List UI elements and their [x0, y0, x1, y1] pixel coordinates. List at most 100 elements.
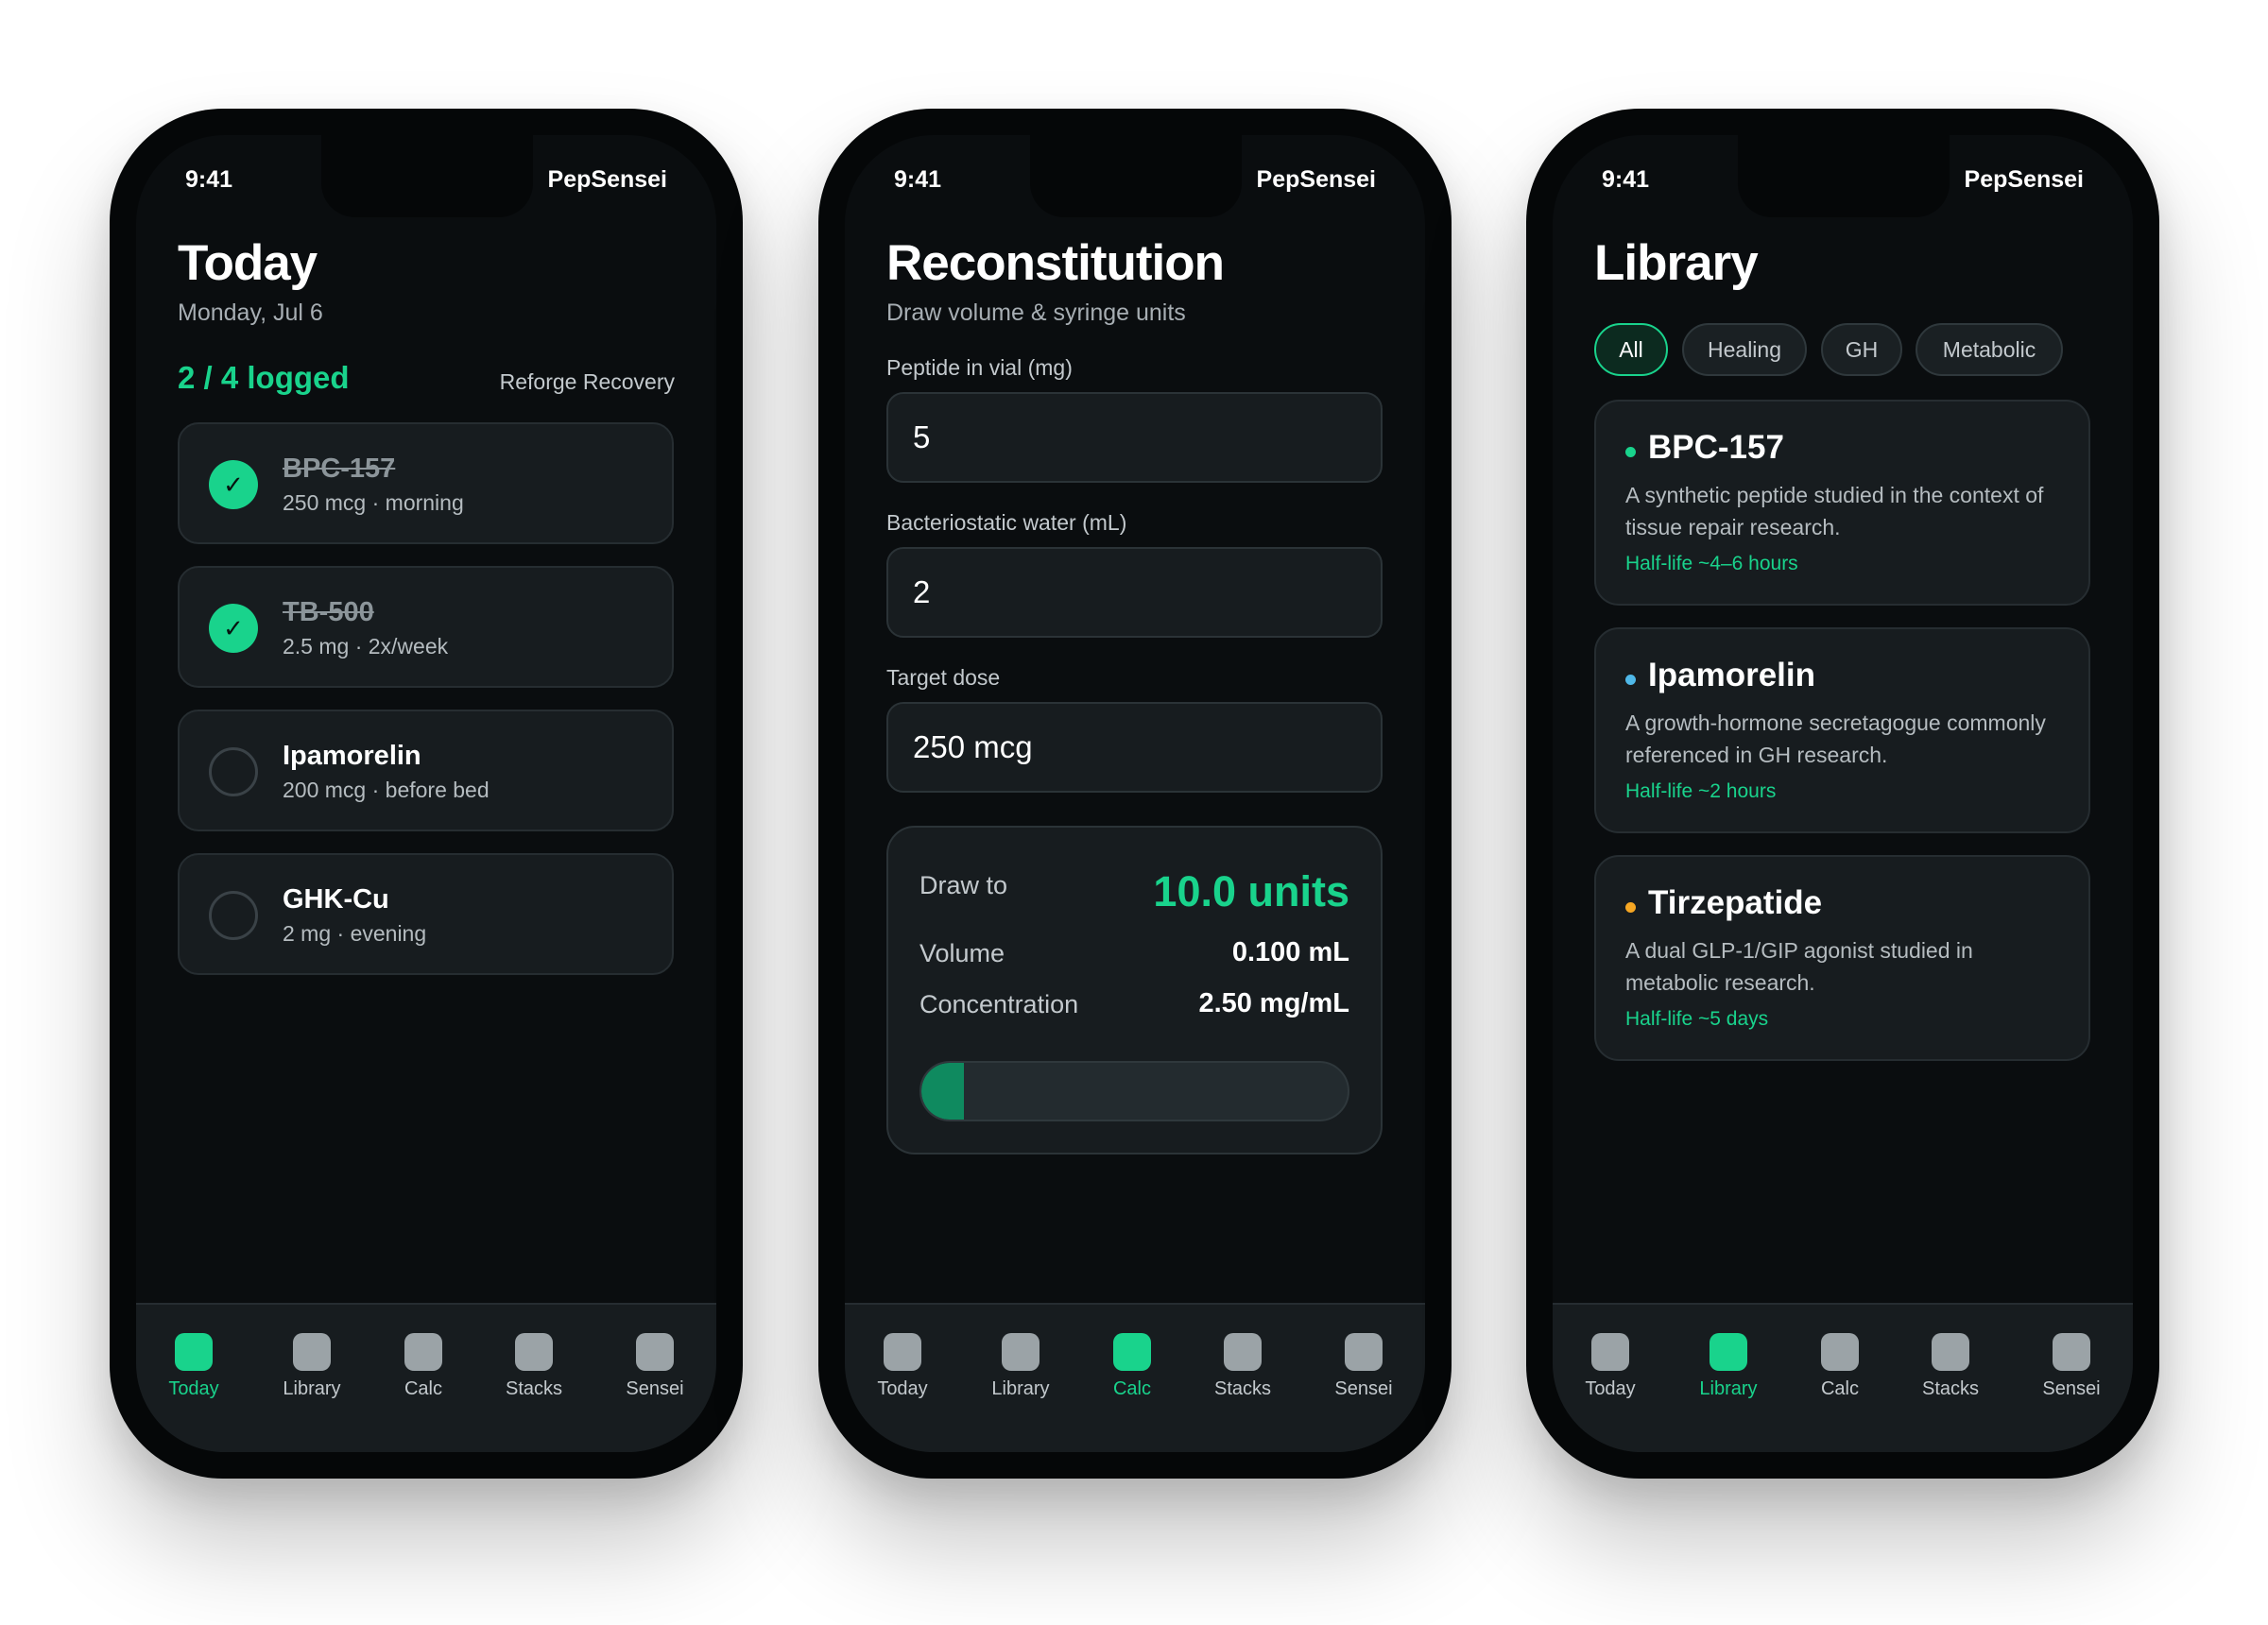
tab-sensei[interactable]: Sensei	[1307, 1333, 1420, 1400]
status-app-name: PepSensei	[547, 166, 667, 193]
notch	[321, 135, 533, 217]
dose-card[interactable]: ✓ TB-500 2.5 mg · 2x/week	[178, 566, 674, 688]
library-icon	[293, 1333, 331, 1371]
calc-screen: 9:41 PepSensei Reconstitution Draw volum…	[845, 135, 1425, 1452]
filter-chip-gh[interactable]: GH	[1821, 323, 1902, 376]
tab-label: Sensei	[2042, 1378, 2101, 1399]
notch	[1030, 135, 1242, 217]
tab-label: Stacks	[1921, 1378, 1980, 1399]
category-dot-icon	[1625, 675, 1636, 685]
tab-library[interactable]: Library	[255, 1333, 369, 1400]
status-app-name: PepSensei	[1256, 166, 1376, 193]
tab-bar: Today Library Calc Stacks Sensei	[845, 1303, 1425, 1452]
category-dot-icon	[1625, 447, 1636, 457]
tab-label: Sensei	[1334, 1378, 1393, 1399]
peptide-half-life: Half-life ~4–6 hours	[1625, 553, 1798, 574]
empty-circle-icon[interactable]	[209, 891, 258, 940]
today-screen: 9:41 PepSensei Today Monday, Jul 6 2 / 4…	[136, 135, 716, 1452]
sensei-icon	[636, 1333, 674, 1371]
draw-label: Draw to	[919, 871, 1008, 899]
tab-calc[interactable]: Calc	[367, 1333, 480, 1400]
peptide-card[interactable]: Tirzepatide A dual GLP-1/GIP agonist stu…	[1594, 855, 2090, 1061]
peptide-name: Ipamorelin	[1648, 657, 1815, 693]
phone-today: 9:41 PepSensei Today Monday, Jul 6 2 / 4…	[110, 109, 743, 1479]
logged-count: 2 / 4 logged	[178, 360, 350, 395]
tab-label: Library	[991, 1378, 1050, 1399]
peptide-name: Tirzepatide	[1648, 884, 1823, 921]
dose-detail: 200 mcg · before bed	[283, 778, 490, 802]
tab-stacks[interactable]: Stacks	[477, 1333, 591, 1400]
filter-chip-healing[interactable]: Healing	[1682, 323, 1807, 376]
check-icon[interactable]: ✓	[209, 460, 258, 509]
page-title: Reconstitution	[886, 235, 1225, 291]
tab-stacks[interactable]: Stacks	[1186, 1333, 1299, 1400]
page-title: Library	[1594, 235, 1759, 291]
page-subtitle: Draw volume & syringe units	[886, 299, 1186, 326]
peptide-card[interactable]: BPC-157 A synthetic peptide studied in t…	[1594, 400, 2090, 606]
tab-label: Sensei	[626, 1378, 684, 1399]
library-screen: 9:41 PepSensei Library All Healing GH Me…	[1553, 135, 2133, 1452]
status-app-name: PepSensei	[1964, 166, 2084, 193]
tab-label: Library	[283, 1378, 341, 1399]
tab-calc[interactable]: Calc	[1783, 1333, 1897, 1400]
tab-label: Today	[1585, 1378, 1636, 1399]
syringe-bar	[919, 1061, 1349, 1121]
today-icon	[1591, 1333, 1629, 1371]
tab-library[interactable]: Library	[1672, 1333, 1785, 1400]
sensei-icon	[1345, 1333, 1383, 1371]
dose-name: BPC-157	[283, 453, 396, 484]
tab-sensei[interactable]: Sensei	[598, 1333, 712, 1400]
status-time: 9:41	[1602, 166, 1650, 193]
today-icon	[884, 1333, 921, 1371]
field-label: Target dose	[886, 665, 1001, 690]
dose-name: TB-500	[283, 597, 374, 627]
tab-stacks[interactable]: Stacks	[1894, 1333, 2007, 1400]
syringe-fill	[921, 1063, 965, 1120]
stacks-icon	[515, 1333, 553, 1371]
stacks-icon	[1224, 1333, 1262, 1371]
dose-name: GHK-Cu	[283, 884, 389, 915]
water-ml-input[interactable]: 2	[886, 547, 1383, 638]
tab-today[interactable]: Today	[1554, 1333, 1667, 1400]
tab-bar: Today Library Calc Stacks Sensei	[136, 1303, 716, 1452]
phone-library: 9:41 PepSensei Library All Healing GH Me…	[1526, 109, 2159, 1479]
concentration-value: 2.50 mg/mL	[1198, 988, 1349, 1018]
peptide-card[interactable]: Ipamorelin A growth-hormone secretagogue…	[1594, 627, 2090, 833]
tab-label: Stacks	[505, 1378, 563, 1399]
tab-sensei[interactable]: Sensei	[2015, 1333, 2128, 1400]
tab-today[interactable]: Today	[137, 1333, 250, 1400]
dose-detail: 250 mcg · morning	[283, 490, 464, 515]
peptide-half-life: Half-life ~5 days	[1625, 1008, 1769, 1030]
filter-chip-all[interactable]: All	[1594, 323, 1668, 376]
tab-label: Library	[1699, 1378, 1758, 1399]
status-time: 9:41	[894, 166, 942, 193]
filter-chip-metabolic[interactable]: Metabolic	[1916, 323, 2063, 376]
peptide-mg-input[interactable]: 5	[886, 392, 1383, 483]
draw-units-value: 10.0 units	[1153, 867, 1349, 915]
tab-library[interactable]: Library	[964, 1333, 1077, 1400]
today-icon	[175, 1333, 213, 1371]
field-label: Bacteriostatic water (mL)	[886, 510, 1127, 535]
dose-name: Ipamorelin	[283, 741, 421, 771]
field-label: Peptide in vial (mg)	[886, 355, 1073, 380]
peptide-description: A synthetic peptide studied in the conte…	[1625, 483, 2044, 539]
tab-bar: Today Library Calc Stacks Sensei	[1553, 1303, 2133, 1452]
empty-circle-icon[interactable]	[209, 747, 258, 796]
dose-card[interactable]: GHK-Cu 2 mg · evening	[178, 853, 674, 975]
tab-calc[interactable]: Calc	[1075, 1333, 1189, 1400]
volume-label: Volume	[919, 939, 1005, 967]
category-dot-icon	[1625, 902, 1636, 913]
dose-card[interactable]: Ipamorelin 200 mcg · before bed	[178, 710, 674, 831]
tab-label: Calc	[1112, 1378, 1151, 1399]
check-icon[interactable]: ✓	[209, 604, 258, 653]
tab-label: Today	[877, 1378, 928, 1399]
target-dose-input[interactable]: 250 mcg	[886, 702, 1383, 793]
stack-name-link[interactable]: Reforge Recovery	[500, 369, 675, 395]
calc-icon	[1821, 1333, 1859, 1371]
result-card: Draw to 10.0 units Volume 0.100 mL Conce…	[886, 826, 1383, 1155]
calc-icon	[404, 1333, 442, 1371]
tab-today[interactable]: Today	[846, 1333, 959, 1400]
dose-detail: 2 mg · evening	[283, 921, 427, 946]
dose-card[interactable]: ✓ BPC-157 250 mcg · morning	[178, 422, 674, 544]
peptide-description: A growth-hormone secretagogue commonly r…	[1625, 710, 2046, 767]
